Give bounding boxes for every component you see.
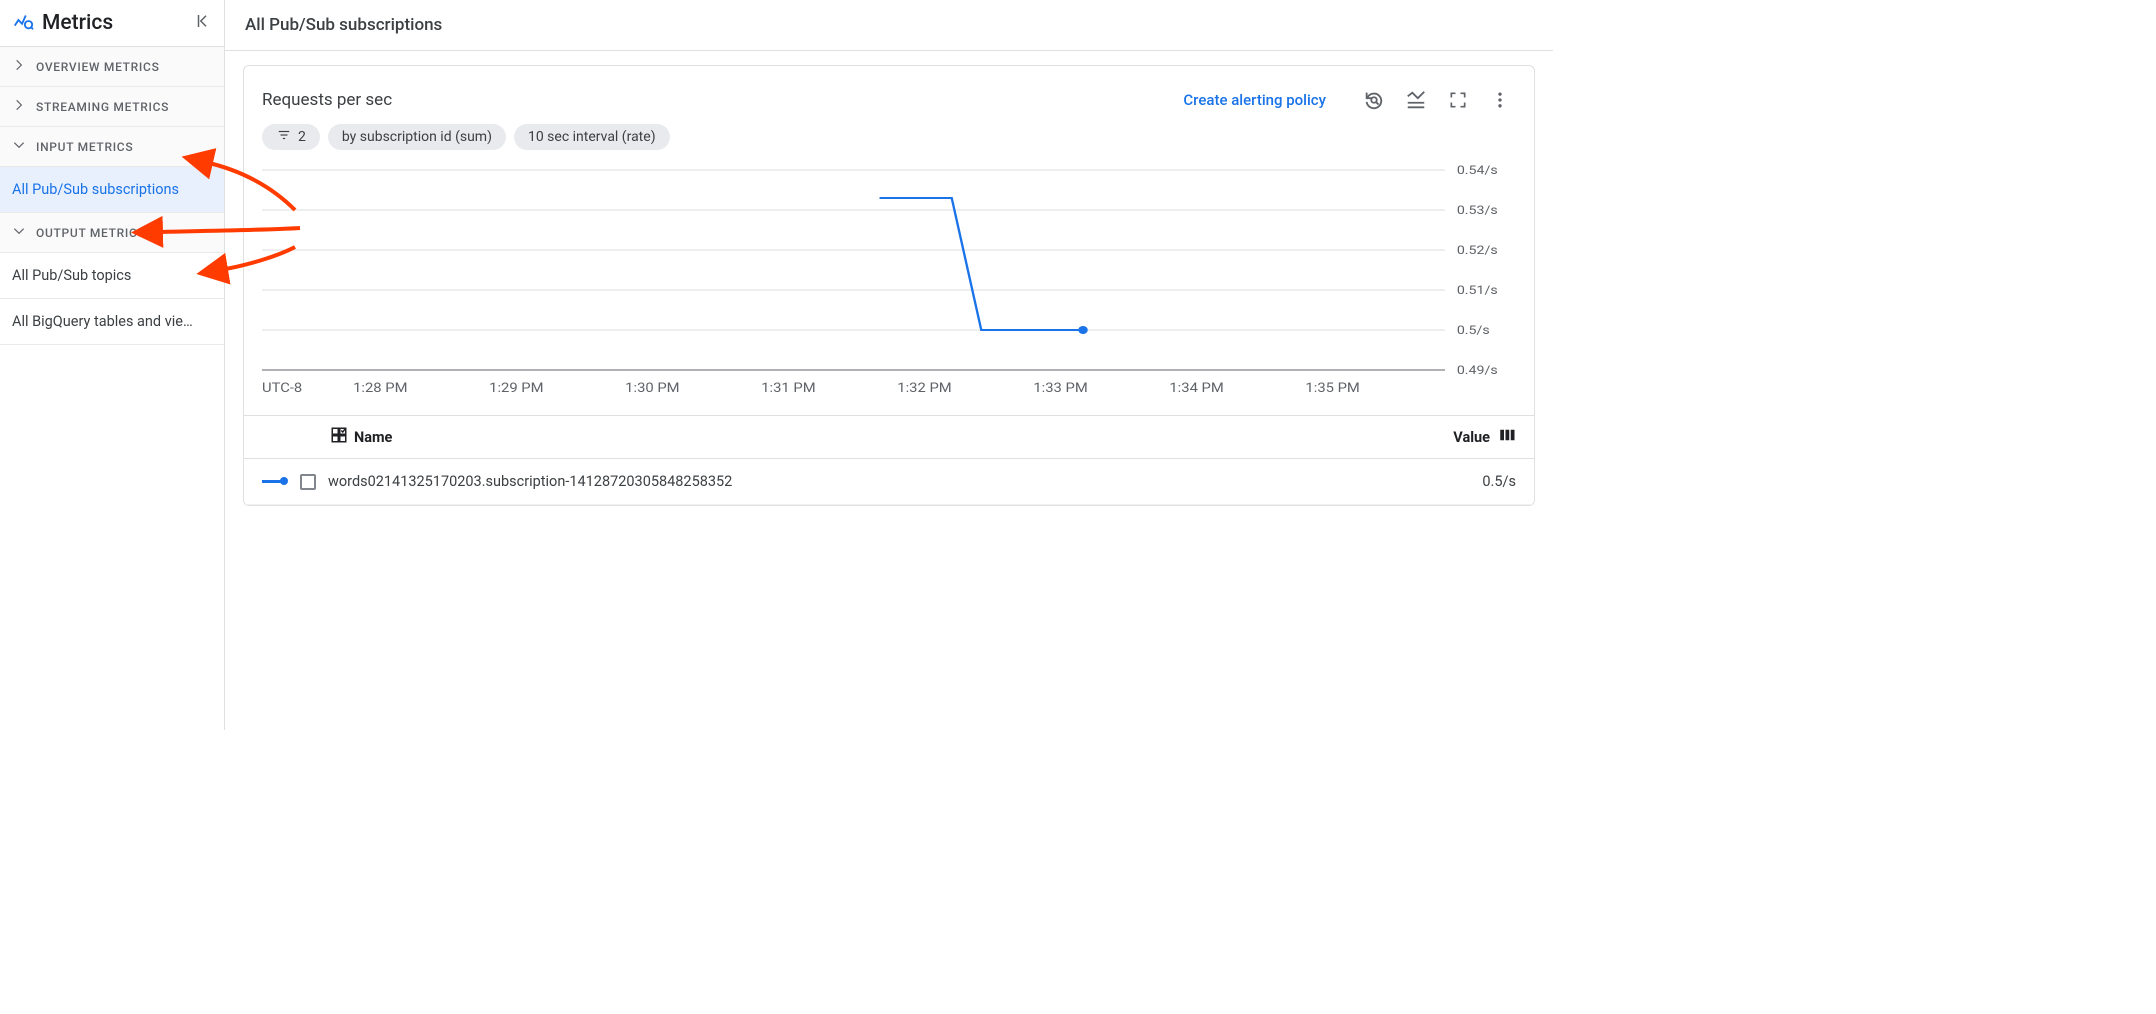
y-tick: 0.53/s: [1457, 204, 1498, 218]
x-axis-label: UTC-8: [262, 381, 302, 396]
legend-toggle-icon[interactable]: [1400, 84, 1432, 116]
series-point: [1078, 326, 1087, 334]
section-streaming-metrics[interactable]: STREAMING METRICS: [0, 87, 224, 127]
section-label: INPUT METRICS: [36, 140, 133, 154]
row-checkbox[interactable]: [300, 474, 316, 490]
x-tick: 1:32 PM: [897, 381, 951, 396]
table-header: Name Value: [244, 415, 1534, 459]
x-tick: 1:33 PM: [1033, 381, 1087, 396]
sidebar-item-pubsub-topics[interactable]: All Pub/Sub topics: [0, 253, 224, 299]
sidebar-item-bigquery-tables[interactable]: All BigQuery tables and vie…: [0, 299, 224, 345]
section-output-metrics[interactable]: OUTPUT METRICS: [0, 213, 224, 253]
more-options-icon[interactable]: [1484, 84, 1516, 116]
chevron-right-icon: [12, 97, 26, 116]
x-tick: 1:30 PM: [625, 381, 679, 396]
chevron-right-icon: [12, 57, 26, 76]
filter-chip[interactable]: 2: [262, 124, 320, 150]
y-tick: 0.49/s: [1457, 364, 1498, 378]
section-overview-metrics[interactable]: OVERVIEW METRICS: [0, 47, 224, 87]
filter-icon: [276, 128, 292, 146]
interval-chip[interactable]: 10 sec interval (rate): [514, 124, 670, 150]
chip-row: 2 by subscription id (sum) 10 sec interv…: [244, 124, 1534, 160]
aggregation-chip[interactable]: by subscription id (sum): [328, 124, 506, 150]
metrics-icon: [12, 10, 34, 36]
section-label: OUTPUT METRICS: [36, 226, 146, 240]
section-input-metrics[interactable]: INPUT METRICS: [0, 127, 224, 167]
fullscreen-icon[interactable]: [1442, 84, 1474, 116]
main: All Pub/Sub subscriptions Requests per s…: [225, 0, 1553, 730]
table-row[interactable]: words02141325170203.subscription-1412872…: [244, 459, 1534, 505]
card-topbar: Requests per sec Create alerting policy: [244, 84, 1534, 124]
y-tick: 0.5/s: [1457, 324, 1490, 338]
filter-chip-label: 2: [298, 129, 306, 145]
page-title: All Pub/Sub subscriptions: [225, 0, 1553, 51]
sidebar-item-pubsub-subscriptions[interactable]: All Pub/Sub subscriptions: [0, 167, 224, 213]
x-tick: 1:29 PM: [489, 381, 543, 396]
column-value-header[interactable]: Value: [1453, 429, 1490, 446]
x-tick: 1:28 PM: [353, 381, 407, 396]
card-title: Requests per sec: [262, 90, 1183, 110]
series-color-swatch: [262, 480, 284, 483]
section-label: STREAMING METRICS: [36, 100, 169, 114]
x-tick: 1:35 PM: [1305, 381, 1359, 396]
collapse-sidebar-icon[interactable]: [194, 12, 212, 34]
y-tick: 0.54/s: [1457, 164, 1498, 178]
chart[interactable]: 0.54/s 0.53/s 0.52/s 0.51/s 0.5/s 0.49/s…: [244, 160, 1516, 415]
metrics-card: Requests per sec Create alerting policy: [243, 65, 1535, 506]
reset-zoom-icon[interactable]: [1358, 84, 1390, 116]
section-label: OVERVIEW METRICS: [36, 60, 160, 74]
main-body: Requests per sec Create alerting policy: [225, 51, 1553, 730]
sidebar: Metrics OVERVIEW METRICS STREAMING METRI…: [0, 0, 225, 730]
x-tick: 1:34 PM: [1169, 381, 1223, 396]
sidebar-title: Metrics: [42, 11, 194, 35]
sidebar-header: Metrics: [0, 0, 224, 47]
column-name-header[interactable]: Name: [354, 429, 392, 446]
y-tick: 0.51/s: [1457, 284, 1498, 298]
chevron-down-icon: [12, 137, 26, 156]
create-alerting-policy-link[interactable]: Create alerting policy: [1183, 91, 1326, 109]
y-tick: 0.52/s: [1457, 244, 1498, 258]
x-tick: 1:31 PM: [761, 381, 815, 396]
row-name: words02141325170203.subscription-1412872…: [328, 473, 1482, 490]
grid-view-icon[interactable]: [330, 426, 348, 448]
chevron-down-icon: [12, 223, 26, 242]
row-value: 0.5/s: [1482, 473, 1516, 490]
series-line: [880, 198, 1083, 330]
columns-icon[interactable]: [1498, 426, 1516, 448]
